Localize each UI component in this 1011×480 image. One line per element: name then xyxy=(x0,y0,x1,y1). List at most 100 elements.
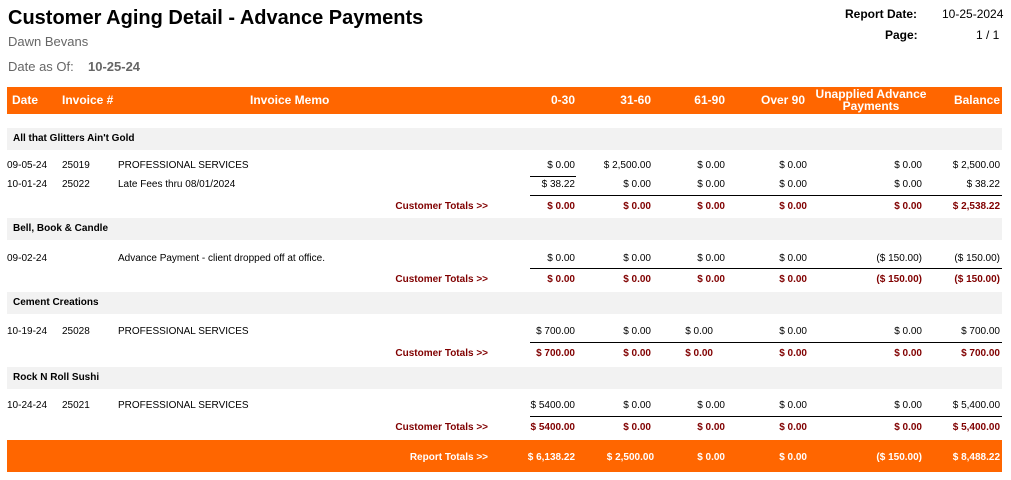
totals-0-30: $ 0.00 xyxy=(547,274,575,285)
customer-totals-row: Customer Totals >> $ 0.00 $ 0.00 $ 0.00 … xyxy=(0,201,1011,215)
row-31-60: $ 0.00 xyxy=(623,253,651,264)
row-unapplied: $ 0.00 xyxy=(894,400,922,411)
report-totals-balance: $ 8,488.22 xyxy=(952,452,1000,463)
row-date: 10-24-24 xyxy=(7,400,48,411)
row-memo: PROFESSIONAL SERVICES xyxy=(118,326,249,337)
row-61-90: $ 0.00 xyxy=(697,160,725,171)
totals-balance: $ 5,400.00 xyxy=(952,422,1000,433)
totals-31-60: $ 0.00 xyxy=(623,201,651,212)
totals-over-90: $ 0.00 xyxy=(779,422,807,433)
row-61-90: $ 0.00 xyxy=(697,400,725,411)
column-header-unapplied: Unapplied Advance Payments xyxy=(813,88,929,112)
row-date: 10-19-24 xyxy=(7,326,48,337)
customer-totals-label: Customer Totals >> xyxy=(395,422,488,433)
row-61-90: $ 0.00 xyxy=(697,179,725,190)
column-header-over-90: Over 90 xyxy=(761,93,806,107)
customer-totals-row: Customer Totals >> $ 0.00 $ 0.00 $ 0.00 … xyxy=(0,274,1011,288)
page-value: 1 / 1 xyxy=(976,28,1000,42)
report-totals-31-60: $ 2,500.00 xyxy=(606,452,654,463)
row-invoice: 25022 xyxy=(62,179,90,190)
report-totals-61-90: $ 0.00 xyxy=(697,452,725,463)
row-balance: ($ 150.00) xyxy=(954,253,1000,264)
row-61-90: $ 0.00 xyxy=(697,253,725,264)
customer-name: All that Glitters Ain't Gold xyxy=(13,133,135,144)
column-header-date: Date xyxy=(12,93,39,107)
row-0-30: $ 0.00 xyxy=(547,253,575,264)
row-0-30: $ 0.00 xyxy=(547,160,575,171)
column-header-balance: Balance xyxy=(953,93,1000,107)
date-as-of-value: 10-25-24 xyxy=(88,59,141,74)
totals-61-90: $ 0.00 xyxy=(685,348,713,359)
customer-group-header: Cement Creations xyxy=(7,292,1002,314)
customer-name: Rock N Roll Sushi xyxy=(13,372,100,383)
row-balance: $ 2,500.00 xyxy=(952,160,1000,171)
cell-underline xyxy=(530,176,576,177)
totals-61-90: $ 0.00 xyxy=(697,201,725,212)
totals-61-90: $ 0.00 xyxy=(697,422,725,433)
row-over-90: $ 0.00 xyxy=(779,179,807,190)
totals-over-90: $ 0.00 xyxy=(779,201,807,212)
column-header-0-30: 0-30 xyxy=(550,93,575,107)
totals-divider xyxy=(530,342,1002,343)
table-row: 10-24-24 25021 PROFESSIONAL SERVICES $ 5… xyxy=(0,400,1011,414)
row-over-90: $ 0.00 xyxy=(779,400,807,411)
totals-0-30: $ 0.00 xyxy=(547,201,575,212)
totals-balance: $ 2,538.22 xyxy=(952,201,1000,212)
row-balance: $ 5,400.00 xyxy=(952,400,1000,411)
row-31-60: $ 2,500.00 xyxy=(603,160,651,171)
row-over-90: $ 0.00 xyxy=(779,160,807,171)
totals-over-90: $ 0.00 xyxy=(779,348,807,359)
column-header-unapplied-line2: Payments xyxy=(842,99,900,113)
row-date: 09-05-24 xyxy=(7,160,48,171)
row-balance: $ 700.00 xyxy=(961,326,1000,337)
customer-name: Bell, Book & Candle xyxy=(13,223,109,234)
totals-divider xyxy=(530,416,1002,417)
column-header-61-90: 61-90 xyxy=(694,93,725,107)
row-unapplied: ($ 150.00) xyxy=(876,253,922,264)
totals-divider xyxy=(530,268,1002,269)
page-label: Page: xyxy=(885,28,918,42)
row-memo: Late Fees thru 08/01/2024 xyxy=(118,179,236,190)
date-as-of-label: Date as Of: xyxy=(8,59,74,74)
row-0-30: $ 38.22 xyxy=(541,179,575,190)
customer-totals-label: Customer Totals >> xyxy=(395,274,488,285)
customer-group-header: Bell, Book & Candle xyxy=(7,218,1002,240)
totals-31-60: $ 0.00 xyxy=(623,422,651,433)
report-date-value: 10-25-2024 xyxy=(942,7,1004,21)
row-over-90: $ 0.00 xyxy=(779,253,807,264)
customer-name: Cement Creations xyxy=(13,297,99,308)
table-row: 09-02-24 Advance Payment - client droppe… xyxy=(0,253,1011,267)
report-totals-unapplied: ($ 150.00) xyxy=(876,452,922,463)
totals-balance: $ 700.00 xyxy=(961,348,1000,359)
row-memo: PROFESSIONAL SERVICES xyxy=(118,160,249,171)
totals-0-30: $ 5400.00 xyxy=(530,422,576,433)
row-61-90: $ 0.00 xyxy=(685,326,713,337)
customer-totals-label: Customer Totals >> xyxy=(395,348,488,359)
row-0-30: $ 700.00 xyxy=(536,326,575,337)
report-totals-bar: Report Totals >> $ 6,138.22 $ 2,500.00 $… xyxy=(7,440,1002,472)
column-header-bar: Date Invoice # Invoice Memo 0-30 31-60 6… xyxy=(7,87,1002,114)
totals-unapplied: $ 0.00 xyxy=(894,422,922,433)
totals-over-90: $ 0.00 xyxy=(779,274,807,285)
customer-group-header: Rock N Roll Sushi xyxy=(7,367,1002,389)
row-memo: PROFESSIONAL SERVICES xyxy=(118,400,249,411)
row-unapplied: $ 0.00 xyxy=(894,160,922,171)
row-invoice: 25019 xyxy=(62,160,90,171)
table-row: 10-01-24 25022 Late Fees thru 08/01/2024… xyxy=(0,179,1011,193)
customer-totals-row: Customer Totals >> $ 5400.00 $ 0.00 $ 0.… xyxy=(0,422,1011,436)
totals-divider xyxy=(530,195,1002,196)
customer-totals-row: Customer Totals >> $ 700.00 $ 0.00 $ 0.0… xyxy=(0,348,1011,362)
totals-0-30: $ 700.00 xyxy=(536,348,575,359)
report-subtitle: Dawn Bevans xyxy=(8,34,89,49)
report-totals-over-90: $ 0.00 xyxy=(779,452,807,463)
row-over-90: $ 0.00 xyxy=(779,326,807,337)
table-row: 09-05-24 25019 PROFESSIONAL SERVICES $ 0… xyxy=(0,160,1011,174)
report-title: Customer Aging Detail - Advance Payments xyxy=(8,7,424,29)
totals-31-60: $ 0.00 xyxy=(623,274,651,285)
row-date: 09-02-24 xyxy=(7,253,48,264)
totals-unapplied: $ 0.00 xyxy=(894,201,922,212)
column-header-31-60: 31-60 xyxy=(620,93,651,107)
report-date-label: Report Date: xyxy=(845,7,918,21)
report-totals-label: Report Totals >> xyxy=(409,452,488,463)
row-balance: $ 38.22 xyxy=(966,179,1000,190)
